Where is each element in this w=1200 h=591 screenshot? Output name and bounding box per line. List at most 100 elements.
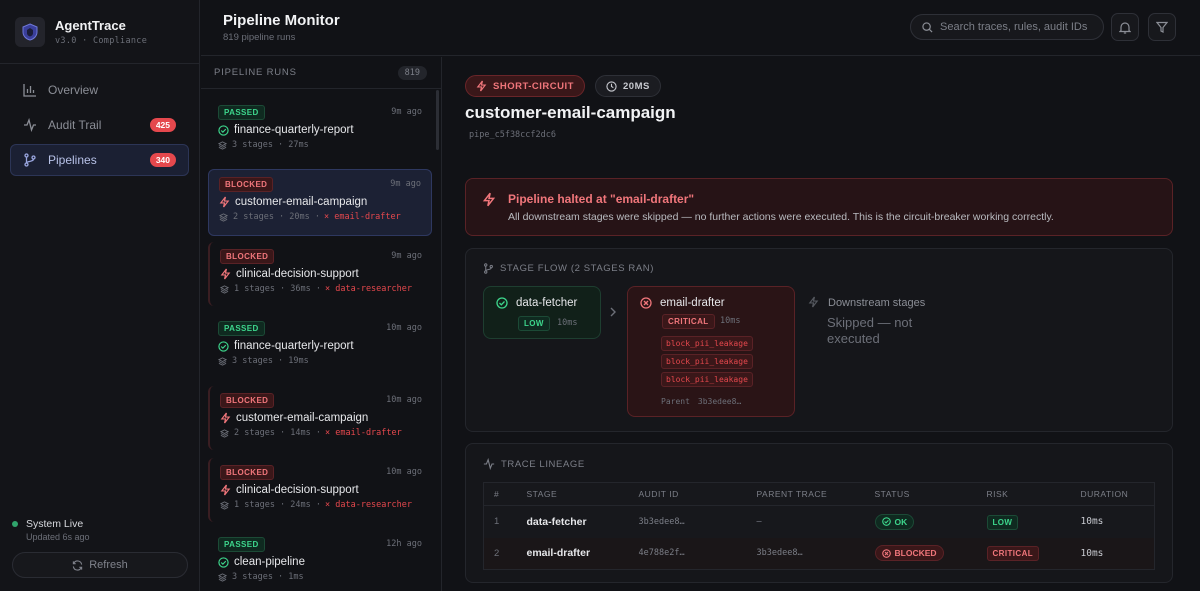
run-name: customer-email-campaign [235,196,368,208]
check-circle-icon [881,517,891,527]
scrollbar[interactable] [436,90,439,150]
pipeline-runs-panel: PIPELINE RUNS 819 PASSED 9m ago finance-q… [201,57,442,591]
notifications-button[interactable] [1111,13,1139,41]
table-row[interactable]: 2 email-drafter 4e788e2f… 3b3edee8… BLOC… [483,537,1155,570]
row-duration: 10ms [1070,537,1155,570]
run-meta: 1 stages · 24ms · [234,500,321,510]
brand: AgentTrace v3.0 · Compliance [0,0,199,64]
app-tagline: Compliance [92,35,148,46]
run-list-item[interactable]: BLOCKED 10m ago clinical-decision-support… [208,458,432,522]
count-badge: 340 [149,153,176,167]
downstream-title: Downstream stages [828,297,926,309]
x-circle-icon [640,297,652,309]
run-list-item[interactable]: BLOCKED 9m ago clinical-decision-support … [208,242,432,306]
trace-lineage-title: TRACE LINEAGE [501,458,585,470]
run-meta: 2 stages · 14ms · [234,428,321,438]
run-meta: 2 stages · 20ms · [233,212,320,222]
sidebar-item-audit-trail[interactable]: Audit Trail 425 [10,109,189,141]
run-list-item[interactable]: PASSED 10m ago finance-quarterly-report 3… [208,314,432,378]
bar-chart-icon [23,83,39,97]
git-branch-icon [484,263,493,274]
check-circle-icon [218,340,229,352]
lightning-icon [808,296,819,308]
pipeline-id: pipe_c5f38ccf2dc6 [469,130,556,140]
risk-chip: CRITICAL [986,546,1040,562]
column-header: # [483,482,517,506]
sidebar-item-pipelines[interactable]: Pipelines 340 [10,144,189,176]
column-header: STAGE [516,482,629,506]
status-badge: OK [874,513,915,530]
run-time: 10m ago [386,323,422,333]
runs-count-badge: 819 [397,65,427,80]
app-version: v3.0 [55,35,77,46]
run-list-item[interactable]: PASSED 9m ago finance-quarterly-report 3 … [208,98,432,162]
downstream-status: Skipped — not executed [827,315,913,346]
row-parent-trace: 3b3edee8… [746,537,865,570]
count-badge: 425 [149,118,176,132]
stage-duration: 10ms [557,318,578,328]
sidebar-nav: Overview Audit Trail 425 Pipelines 340 [0,64,199,189]
run-meta: 3 stages · 1ms [232,572,304,582]
layers-icon [219,212,228,222]
search-icon [922,21,933,33]
system-status-label: System Live [26,518,84,530]
run-list-item-selected[interactable]: BLOCKED 9m ago customer-email-campaign 2 … [208,169,432,236]
search-box[interactable] [910,14,1104,40]
run-list-item[interactable]: BLOCKED 10m ago customer-email-campaign 2… [208,386,432,450]
status-tag: BLOCKED [220,248,275,264]
layers-icon [220,428,229,438]
table-row[interactable]: 1 data-fetcher 3b3edee8… — OK LOW 10ms [484,506,1155,538]
status-badge: BLOCKED [874,545,944,562]
x-circle-icon [881,548,891,558]
halt-title: Pipeline halted at "email-drafter" [508,192,695,206]
activity-icon [23,118,39,132]
check-circle-icon [218,124,229,136]
sidebar-item-label: Audit Trail [48,118,102,132]
column-header: AUDIT ID [628,482,747,506]
run-time: 10m ago [386,395,422,405]
run-meta: 3 stages · 27ms [232,140,309,150]
filter-button[interactable] [1148,13,1176,41]
git-branch-icon [23,153,39,167]
row-duration: 10ms [1080,516,1104,528]
layers-icon [218,140,227,150]
top-header: Pipeline Monitor 819 pipeline runs [201,0,1200,56]
activity-icon [483,458,495,470]
stage-flow-title: STAGE FLOW (2 STAGES RAN) [500,263,654,274]
sidebar-item-overview[interactable]: Overview [10,74,189,106]
page-title: Pipeline Monitor [223,12,340,29]
rule-tag: block_pii_leakage [661,372,753,387]
run-name: customer-email-campaign [236,412,369,424]
row-audit-id: 4e788e2f… [628,537,747,570]
stage-name: email-drafter [660,297,725,309]
rule-tag: block_pii_leakage [661,354,753,369]
refresh-button[interactable]: Refresh [12,552,188,578]
run-meta: 3 stages · 19ms [232,356,309,366]
refresh-icon [73,559,83,571]
stage-card-email-drafter[interactable]: email-drafter CRITICAL 10ms block_pii_le… [627,286,795,417]
runs-title: PIPELINE RUNS [214,67,297,78]
sidebar: AgentTrace v3.0 · Compliance Overview Au… [0,0,200,591]
system-status: System Live Updated 6s ago [12,518,90,542]
layers-icon [218,356,227,366]
trace-lineage-panel: TRACE LINEAGE # STAGE AUDIT ID PARENT TR… [465,443,1173,583]
status-tag: PASSED [218,536,265,552]
clock-icon [606,80,617,92]
run-time: 9m ago [391,251,422,261]
stage-card-data-fetcher[interactable]: data-fetcher LOW 10ms [483,286,601,339]
run-time: 10m ago [386,467,422,477]
stage-name: data-fetcher [516,297,578,309]
status-tag: BLOCKED [220,464,275,480]
sidebar-item-label: Overview [48,83,99,97]
row-audit-id: 3b3edee8… [638,516,685,527]
halt-description: All downstream stages were skipped — no … [508,211,1054,223]
row-parent-trace: — [756,516,762,527]
sidebar-item-label: Pipelines [48,153,97,167]
halt-alert: Pipeline halted at "email-drafter" All d… [465,178,1173,236]
run-error: × email-drafter [325,428,402,438]
search-input[interactable] [940,21,1100,33]
run-list-item[interactable]: PASSED 12h ago clean-pipeline 3 stages · … [208,530,432,591]
filter-icon [1156,21,1168,33]
run-name: clinical-decision-support [236,484,359,496]
column-header: DURATION [1070,482,1155,506]
